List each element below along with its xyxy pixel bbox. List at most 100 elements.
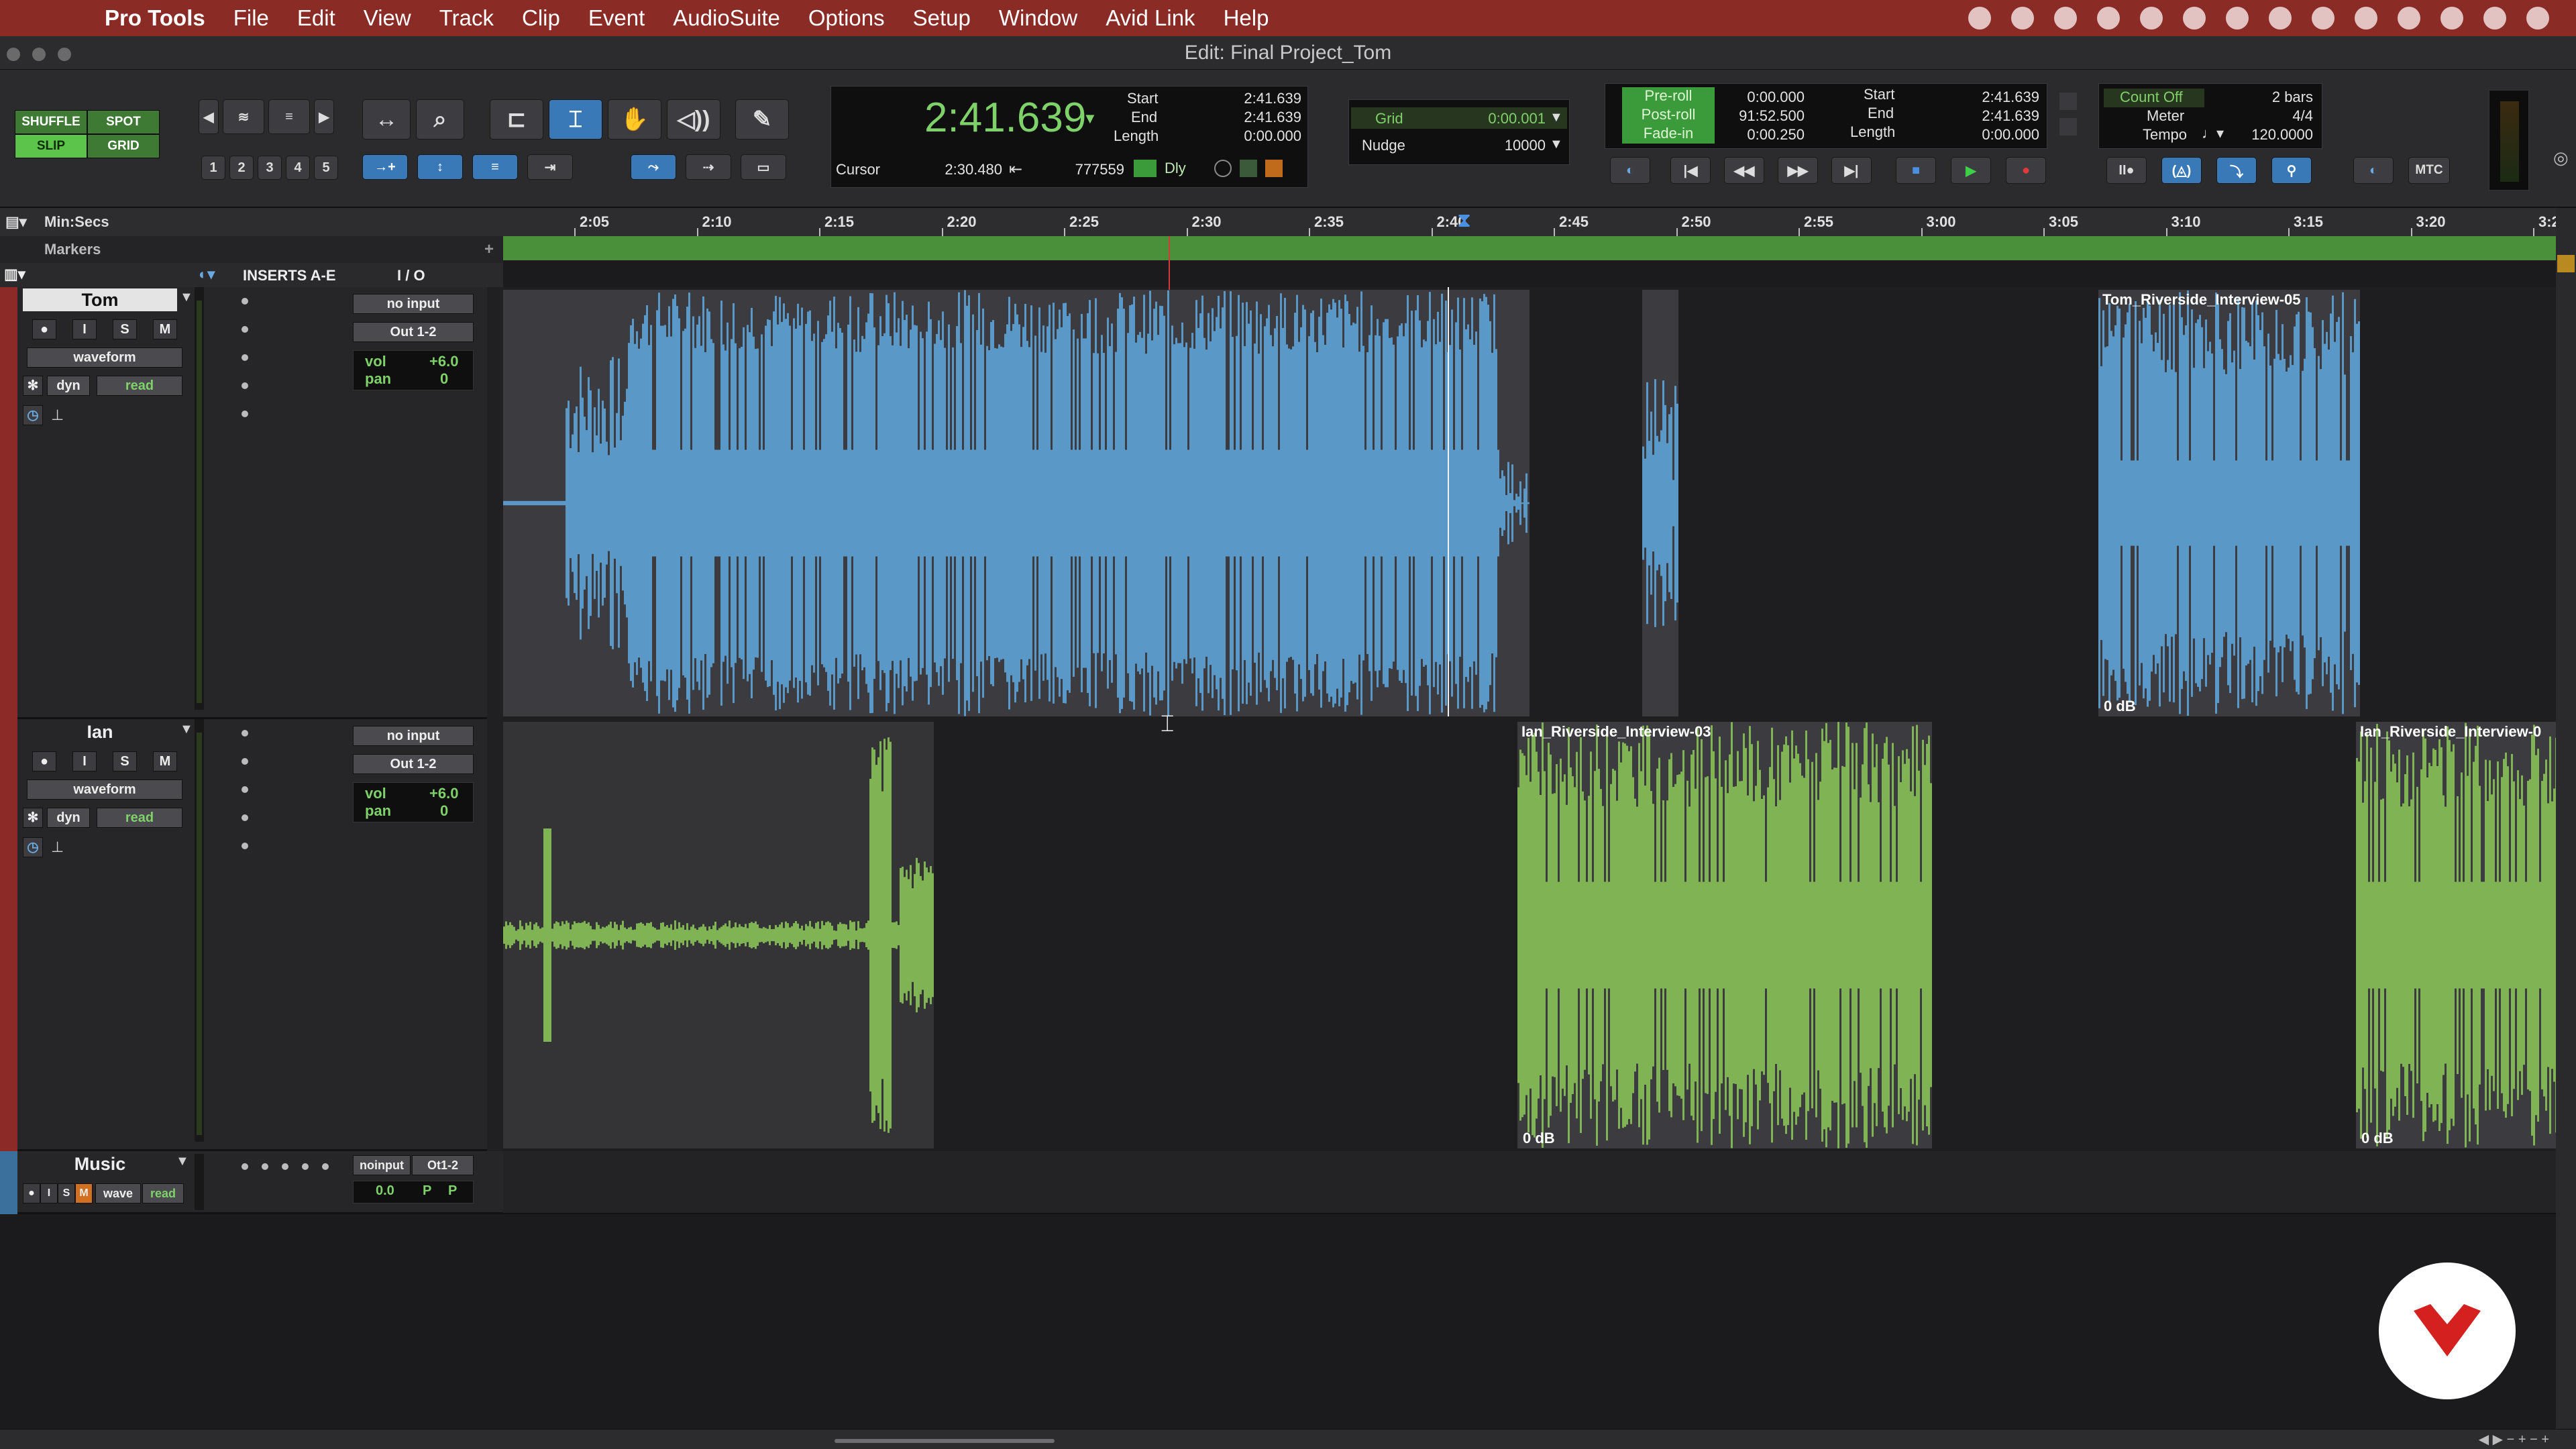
record-app-icon[interactable] [2097, 7, 2120, 30]
preroll-value[interactable]: 0:00.000 [1717, 89, 1805, 106]
solo-button[interactable]: S [113, 319, 137, 339]
slip-mode-button[interactable]: SLIP [15, 134, 87, 158]
midi-icon[interactable] [1134, 160, 1157, 177]
zoom-out-arrow-icon[interactable]: ◀ [199, 99, 219, 134]
toolbar-menu-icon[interactable]: ◎ [2553, 148, 2569, 168]
waveform-zoom-icon[interactable]: ≋ [223, 99, 264, 134]
output-selector[interactable]: Ot1-2 [412, 1155, 474, 1175]
clock-icon[interactable] [1214, 160, 1232, 177]
grid-value[interactable]: 0:00.001 [1442, 110, 1546, 127]
insert-slot-a[interactable] [241, 1163, 248, 1170]
merge-icon[interactable]: ⤵ [2216, 157, 2257, 184]
audio-clip-ian-main[interactable] [503, 722, 934, 1148]
grid-mode-button[interactable]: GRID [87, 134, 160, 158]
airplay-icon[interactable] [2398, 7, 2420, 30]
pan-value[interactable]: 0 [440, 370, 448, 388]
lock-icon[interactable] [2059, 118, 2077, 136]
vol-value[interactable]: +6.0 [429, 353, 458, 370]
audio-clip-ian-interview-03[interactable]: Ian_Riverside_Interview-03 0 dB [1517, 722, 1932, 1148]
zoom-preset-1[interactable]: 1 [201, 156, 225, 180]
scrubber-speaker-icon[interactable]: ◁)) [667, 99, 720, 140]
track-name-ian[interactable]: Ian [23, 720, 177, 743]
zoom-preset-4[interactable]: 4 [286, 156, 310, 180]
display-icon[interactable] [2183, 7, 2206, 30]
zoomer-range-icon[interactable]: ↔ [362, 99, 411, 140]
insert-slot-c[interactable] [241, 354, 248, 361]
track-resize-bar[interactable] [487, 287, 503, 719]
grid-dropdown-icon[interactable]: ▼ [1550, 110, 1563, 125]
control-center-icon[interactable] [2483, 7, 2506, 30]
automation-mode-selector[interactable]: read [97, 376, 182, 396]
minsecs-ruler[interactable]: 2:05 2:10 2:15 2:20 2:25 2:30 2:35 2:40 2:45 2:50… [503, 208, 2560, 236]
link-track-edit-icon[interactable]: ≡ [472, 154, 518, 180]
grabber-hand-icon[interactable]: ✋ [608, 99, 661, 140]
menu-clip[interactable]: Clip [522, 5, 560, 31]
audio-clip-ian-interview-0x[interactable]: Ian_Riverside_Interview-0 0 dB [2356, 722, 2556, 1148]
wifi-icon[interactable] [2355, 7, 2377, 30]
selection-length[interactable]: 0:00.000 [1208, 127, 1301, 145]
transport-end[interactable]: 2:41.639 [1945, 107, 2039, 125]
spotlight-search-icon[interactable] [2440, 7, 2463, 30]
automation-mode-selector[interactable]: read [97, 808, 182, 828]
volume-icon[interactable] [2312, 7, 2334, 30]
dyn-button[interactable]: dyn [47, 808, 90, 828]
vol-value[interactable]: +6.0 [429, 785, 458, 802]
menu-setup[interactable]: Setup [913, 5, 971, 31]
track-name-music[interactable]: Music [23, 1152, 177, 1175]
postroll-value[interactable]: 91:52.500 [1717, 107, 1805, 125]
tab-to-transient-icon[interactable]: →+ [362, 154, 408, 180]
wait-for-note-icon[interactable]: II● [2106, 157, 2147, 184]
insert-slot-e[interactable] [241, 843, 248, 849]
automation-follows-icon[interactable]: ⤳ [631, 154, 676, 180]
pan-left-value[interactable]: P [423, 1183, 431, 1199]
record-arm-icon[interactable]: ● [23, 1183, 40, 1203]
track-settings-icon[interactable]: ✻ [23, 808, 43, 828]
track-resize-bar[interactable] [487, 719, 503, 1151]
playhead-marker-icon[interactable]: ⧗ [1457, 209, 1471, 232]
scroll-thumb[interactable] [835, 1439, 1055, 1443]
vertical-scrollbar[interactable] [2556, 208, 2576, 1429]
track-color-strip[interactable] [0, 719, 17, 1151]
menu-audiosuite[interactable]: AudioSuite [673, 5, 780, 31]
nudge-value[interactable]: 10000 [1442, 137, 1546, 154]
vol-value[interactable]: 0.0 [376, 1183, 394, 1199]
mirror-midi-icon[interactable]: ▭ [741, 154, 786, 180]
conductor-icon[interactable]: ⚲ [2271, 157, 2312, 184]
selector-tool-icon[interactable]: ⌶ [549, 99, 602, 140]
menu-view[interactable]: View [364, 5, 411, 31]
audio-clip-tom-main[interactable] [503, 290, 1529, 716]
menu-window[interactable]: Window [999, 5, 1077, 31]
track-name-dropdown-icon[interactable]: ▼ [176, 1154, 189, 1169]
horizontal-scrollbar[interactable]: ◀ ▶ − + − + [0, 1429, 2576, 1449]
playhead-line[interactable] [1448, 287, 1449, 716]
main-counter[interactable]: 2:41.639 [924, 94, 1086, 142]
keyboard-focus-icon[interactable]: ⇢ [686, 154, 731, 180]
input-monitor-button[interactable]: I [72, 751, 97, 771]
insert-slot-e[interactable] [241, 411, 248, 417]
track-name-dropdown-icon[interactable]: ▼ [180, 722, 193, 737]
shuffle-mode-button[interactable]: SHUFFLE [15, 110, 87, 134]
counter-dropdown-icon[interactable]: ▼ [1083, 110, 1097, 127]
fadein-value[interactable]: 0:00.250 [1717, 126, 1805, 144]
insert-slot-c[interactable] [282, 1163, 288, 1170]
online-icon[interactable]: ◐ [1610, 157, 1650, 184]
insert-slot-d[interactable] [241, 814, 248, 821]
insertion-follows-icon[interactable]: ⇥ [527, 154, 573, 180]
transport-length[interactable]: 0:00.000 [1945, 126, 2039, 144]
sync-icon[interactable] [2140, 7, 2163, 30]
fadein-button[interactable]: Fade-in [1622, 125, 1715, 144]
playlist-icon[interactable]: ⊥ [51, 839, 64, 856]
menu-edit[interactable]: Edit [297, 5, 335, 31]
link-icon[interactable] [2059, 93, 2077, 110]
input-selector[interactable]: no input [353, 294, 474, 314]
input-monitor-button[interactable]: I [72, 319, 97, 339]
meter-value[interactable]: 4/4 [2214, 107, 2313, 125]
dyn-button[interactable]: dyn [47, 376, 90, 396]
menu-avid-link[interactable]: Avid Link [1106, 5, 1195, 31]
preroll-button[interactable]: Pre-roll [1622, 87, 1715, 106]
audio-clip-tom-interview-05[interactable]: Tom_Riverside_Interview-05 0 dB [2098, 290, 2360, 716]
playlist-lane-ian[interactable]: Ian_Riverside_Interview-03 0 dB Ian_Rive… [503, 719, 2556, 1151]
selection-end[interactable]: 2:41.639 [1208, 109, 1301, 126]
track-settings-icon[interactable]: ✻ [23, 376, 43, 396]
mtc-button[interactable]: MTC [2408, 157, 2450, 184]
